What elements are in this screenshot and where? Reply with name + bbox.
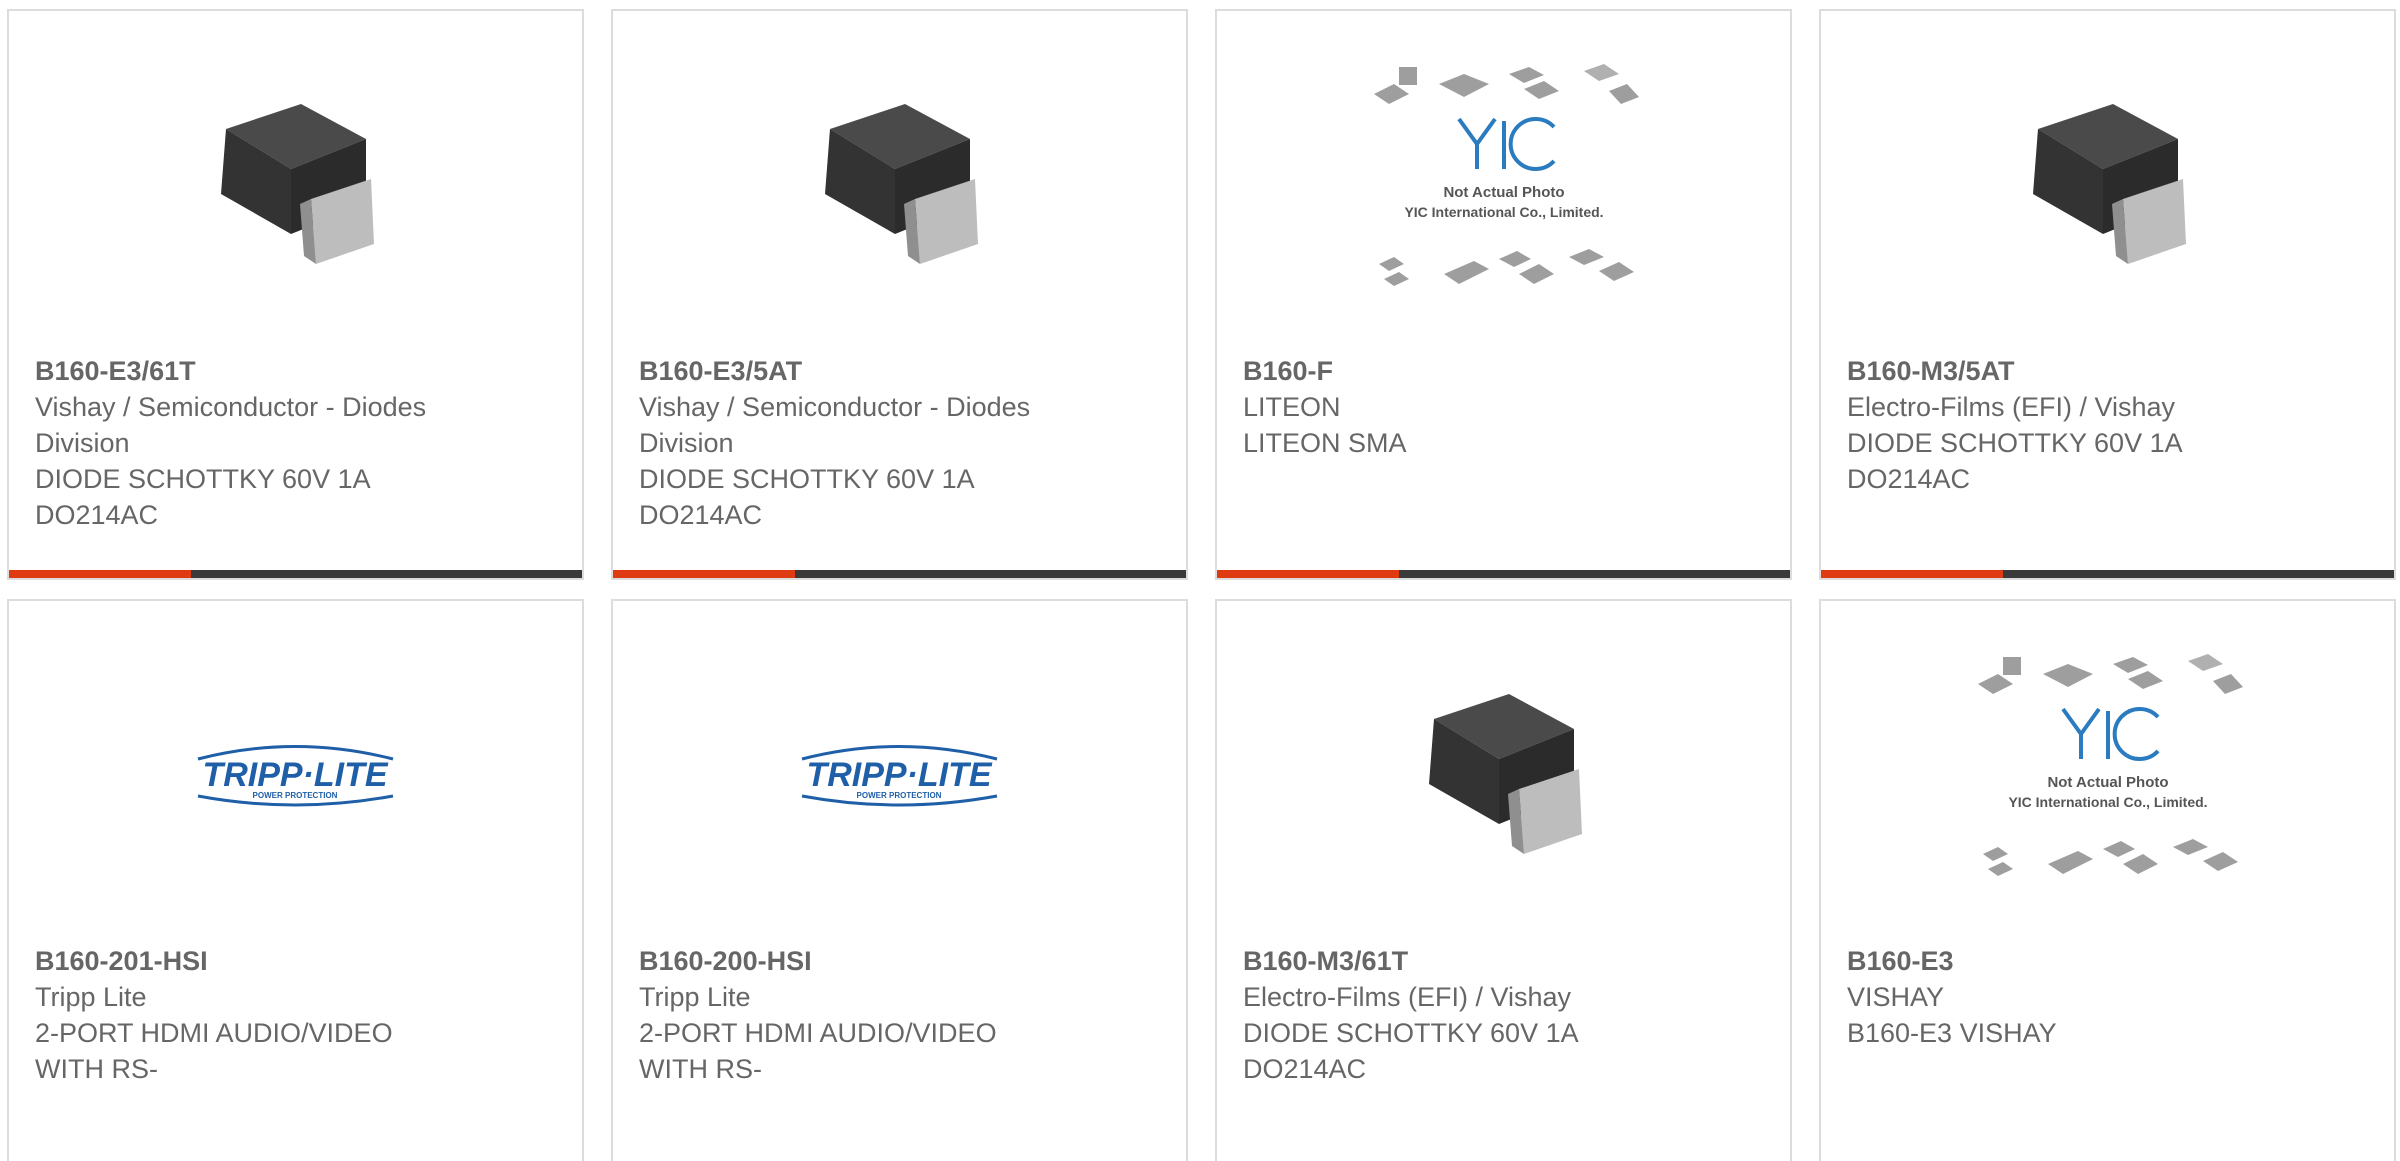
placeholder-line1: Not Actual Photo: [2047, 774, 2168, 791]
description: DO214AC: [1243, 1054, 1367, 1084]
card-accent-bar: [613, 570, 795, 578]
description: 2-PORT HDMI AUDIO/VIDEO: [35, 1018, 393, 1048]
description: WITH RS-: [35, 1054, 158, 1084]
manufacturer: Tripp Lite: [35, 982, 147, 1012]
card-accent-bar: [1217, 570, 1399, 578]
placeholder-line2: YIC International Co., Limited.: [1404, 204, 1603, 220]
product-card[interactable]: Not Actual Photo YIC International Co., …: [1215, 9, 1792, 580]
product-image[interactable]: TRIPP·LITE POWER PROTECTION: [613, 601, 1186, 946]
manufacturer: Electro-Films (EFI) / Vishay: [1847, 392, 2176, 422]
manufacturer: Tripp Lite: [639, 982, 751, 1012]
description: DIODE SCHOTTKY 60V 1A: [1847, 428, 2183, 458]
placeholder-line1: Not Actual Photo: [1443, 184, 1564, 201]
product-info: B160-200-HSI Tripp Lite 2-PORT HDMI AUDI…: [639, 943, 1069, 1087]
description: DO214AC: [639, 500, 763, 530]
product-image[interactable]: Not Actual Photo YIC International Co., …: [1217, 11, 1790, 356]
part-number[interactable]: B160-E3/61T: [35, 353, 465, 389]
manufacturer: VISHAY: [1847, 982, 1945, 1012]
product-info: B160-E3/61T Vishay / Semiconductor - Dio…: [35, 353, 465, 533]
tripp-lite-logo-subtext: POWER PROTECTION: [253, 791, 338, 800]
product-image[interactable]: [1217, 601, 1790, 946]
product-info: B160-M3/61T Electro-Films (EFI) / Vishay…: [1243, 943, 1673, 1087]
diode-package-icon: [2032, 103, 2186, 264]
part-number[interactable]: B160-E3: [1847, 943, 2277, 979]
tripp-lite-logo-subtext: POWER PROTECTION: [857, 791, 942, 800]
card-footer-bar: [613, 570, 1186, 578]
product-image[interactable]: [613, 11, 1186, 356]
card-footer-bar: [1821, 570, 2394, 578]
product-image[interactable]: TRIPP·LITE POWER PROTECTION: [9, 601, 582, 946]
description: DO214AC: [35, 500, 159, 530]
yic-placeholder-image: Not Actual Photo YIC International Co., …: [1373, 63, 1639, 286]
tripp-lite-logo: TRIPP·LITE POWER PROTECTION: [801, 744, 998, 806]
description: DO214AC: [1847, 464, 1971, 494]
tripp-lite-logo-text: TRIPP·LITE: [202, 756, 388, 794]
part-number[interactable]: B160-M3/5AT: [1847, 353, 2277, 389]
product-card[interactable]: TRIPP·LITE POWER PROTECTION B160-201-HSI…: [7, 599, 584, 1161]
manufacturer: Vishay / Semiconductor - Diodes: [639, 392, 1031, 422]
product-grid: B160-E3/61T Vishay / Semiconductor - Dio…: [0, 0, 2400, 1161]
placeholder-line2: YIC International Co., Limited.: [2008, 794, 2207, 810]
product-info: B160-E3/5AT Vishay / Semiconductor - Dio…: [639, 353, 1069, 533]
manufacturer: Division: [35, 428, 130, 458]
manufacturer: Vishay / Semiconductor - Diodes: [35, 392, 427, 422]
card-footer-bar: [1217, 570, 1790, 578]
manufacturer: Division: [639, 428, 734, 458]
product-card[interactable]: B160-E3/61T Vishay / Semiconductor - Dio…: [7, 9, 584, 580]
part-number[interactable]: B160-M3/61T: [1243, 943, 1673, 979]
card-accent-bar: [9, 570, 191, 578]
diode-package-icon: [1428, 693, 1582, 854]
part-number[interactable]: B160-201-HSI: [35, 943, 465, 979]
product-card[interactable]: B160-M3/61T Electro-Films (EFI) / Vishay…: [1215, 599, 1792, 1161]
product-image[interactable]: [1821, 11, 2394, 356]
card-accent-bar: [1821, 570, 2003, 578]
description: LITEON SMA: [1243, 428, 1407, 458]
description: DIODE SCHOTTKY 60V 1A: [639, 464, 975, 494]
description: DIODE SCHOTTKY 60V 1A: [35, 464, 371, 494]
part-number[interactable]: B160-200-HSI: [639, 943, 1069, 979]
tripp-lite-logo-text: TRIPP·LITE: [806, 756, 992, 794]
product-card[interactable]: B160-M3/5AT Electro-Films (EFI) / Vishay…: [1819, 9, 2396, 580]
diode-package-icon: [824, 103, 978, 264]
product-info: B160-F LITEON LITEON SMA: [1243, 353, 1673, 461]
card-footer-bar: [9, 570, 582, 578]
diode-package-icon: [220, 103, 374, 264]
manufacturer: LITEON: [1243, 392, 1341, 422]
part-number[interactable]: B160-E3/5AT: [639, 353, 1069, 389]
description: 2-PORT HDMI AUDIO/VIDEO: [639, 1018, 997, 1048]
product-info: B160-201-HSI Tripp Lite 2-PORT HDMI AUDI…: [35, 943, 465, 1087]
product-card[interactable]: B160-E3/5AT Vishay / Semiconductor - Dio…: [611, 9, 1188, 580]
description: WITH RS-: [639, 1054, 762, 1084]
yic-placeholder-image: Not Actual Photo YIC International Co., …: [1977, 653, 2243, 876]
product-image[interactable]: Not Actual Photo YIC International Co., …: [1821, 601, 2394, 946]
manufacturer: Electro-Films (EFI) / Vishay: [1243, 982, 1572, 1012]
description: B160-E3 VISHAY: [1847, 1018, 2057, 1048]
product-card[interactable]: Not Actual Photo YIC International Co., …: [1819, 599, 2396, 1161]
product-card[interactable]: TRIPP·LITE POWER PROTECTION B160-200-HSI…: [611, 599, 1188, 1161]
product-info: B160-E3 VISHAY B160-E3 VISHAY: [1847, 943, 2277, 1051]
product-info: B160-M3/5AT Electro-Films (EFI) / Vishay…: [1847, 353, 2277, 497]
tripp-lite-logo: TRIPP·LITE POWER PROTECTION: [197, 744, 394, 806]
product-image[interactable]: [9, 11, 582, 356]
part-number[interactable]: B160-F: [1243, 353, 1673, 389]
description: DIODE SCHOTTKY 60V 1A: [1243, 1018, 1579, 1048]
